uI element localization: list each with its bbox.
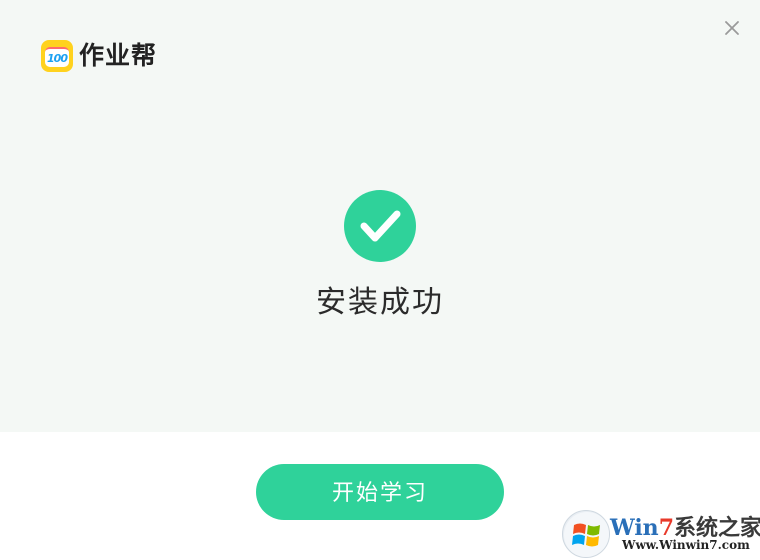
watermark-url: Www.Winwin7.com bbox=[622, 538, 750, 552]
install-success-title: 安装成功 bbox=[316, 285, 444, 320]
app-name: 作业帮 bbox=[79, 41, 158, 70]
success-check-icon bbox=[344, 190, 416, 262]
close-button[interactable] bbox=[720, 16, 744, 40]
start-learning-button[interactable]: 开始学习 bbox=[256, 464, 504, 520]
header-panel: 100 作业帮 安装成功 bbox=[0, 0, 760, 432]
app-logo: 100 作业帮 bbox=[41, 40, 157, 72]
logo-number: 100 bbox=[47, 51, 68, 65]
close-icon bbox=[725, 21, 739, 35]
watermark: Win7系统之家 Www.Winwin7.com bbox=[560, 508, 760, 560]
zuoyebang-logo-icon: 100 bbox=[41, 40, 73, 72]
windows-logo-icon bbox=[562, 510, 610, 558]
